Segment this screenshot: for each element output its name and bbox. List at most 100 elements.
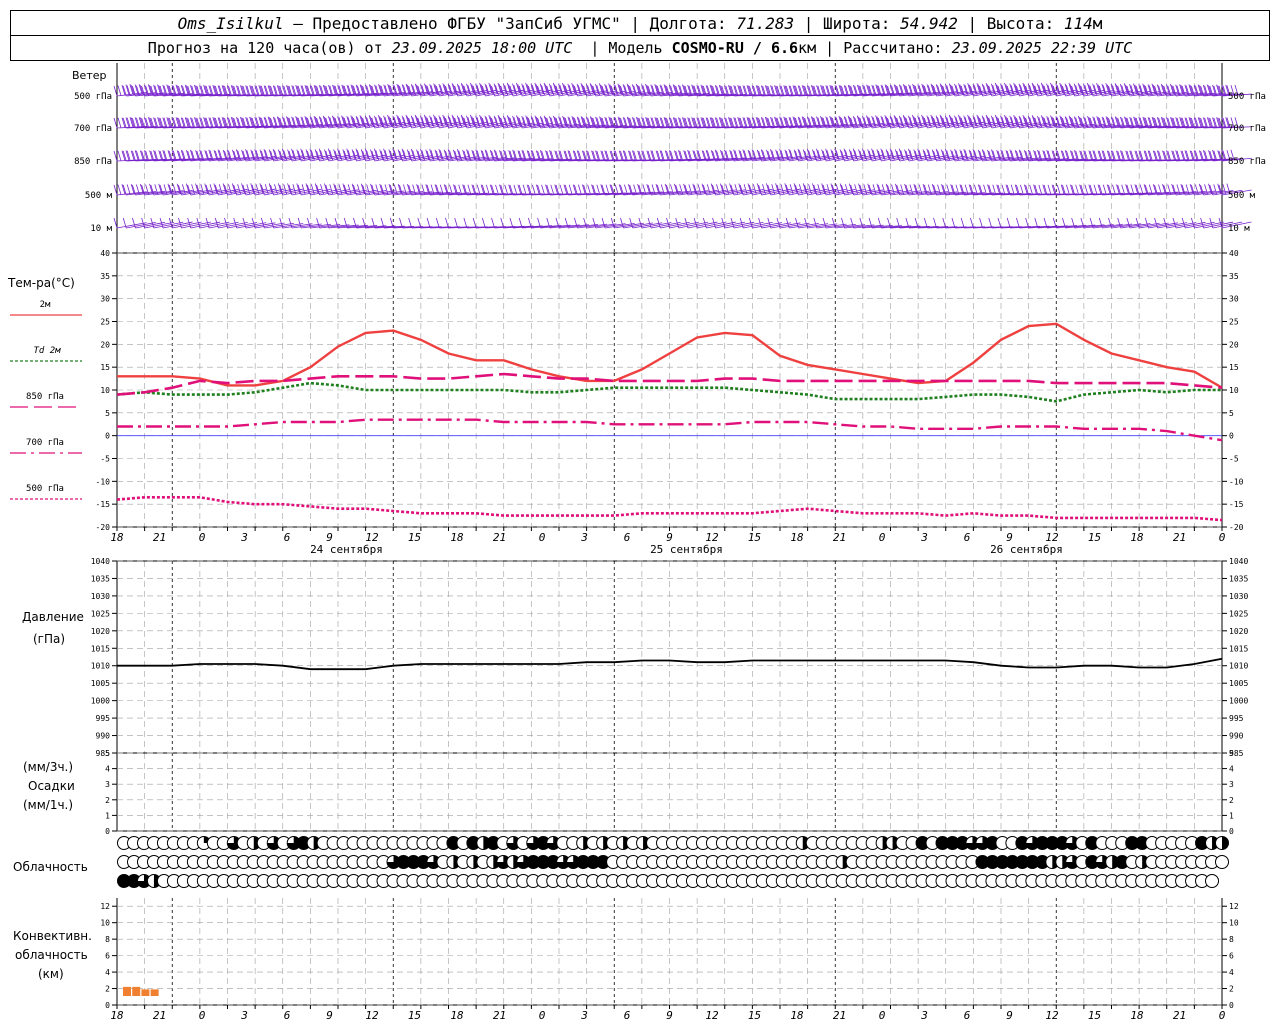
temp-ytick-left: 35 (100, 272, 110, 281)
temp-legend-label: 850 гПа (26, 392, 64, 402)
convective-label-2: облачность (15, 948, 88, 962)
precip-ytick-right: 4 (1229, 765, 1234, 774)
wind-barb-feather (969, 217, 974, 229)
temp-ytick-left: -10 (96, 477, 111, 486)
wind-barb-feather (163, 184, 168, 195)
time-label-bottom: 0 (879, 1009, 886, 1022)
wind-barb-feather (117, 117, 122, 128)
temp-legend-label: 2м (40, 300, 51, 310)
wind-barb-feather (679, 184, 684, 195)
temp-ytick-left: 20 (100, 340, 110, 349)
convective-ytick-left: 8 (105, 935, 110, 944)
time-label-bottom: 15 (408, 1009, 421, 1022)
pressure-ytick-left: 1035 (91, 574, 110, 583)
time-label-bottom: 15 (748, 1009, 761, 1022)
time-label-bottom: 18 (110, 1009, 124, 1022)
time-label-bottom: 6 (964, 1009, 971, 1022)
wind-barb-feather (316, 217, 320, 229)
date-label: 25 сентября (650, 543, 723, 556)
temp-ytick-left: 30 (100, 295, 110, 304)
meteogram-chart: 40 4035 3530 3025 2520 2015 1510 105 50 0-5 -5-10-… (10, 63, 1266, 1022)
wind-barb-feather (297, 217, 302, 229)
pressure-ytick-left: 1020 (91, 627, 110, 636)
time-label-bottom: 15 (1088, 1009, 1101, 1022)
cloud-cover-circle (1215, 855, 1229, 869)
time-label-bottom: 6 (624, 1009, 631, 1022)
precip-label-1h: (мм/1ч.) (23, 798, 74, 812)
wind-barb (758, 217, 792, 229)
wind-barb (233, 217, 267, 229)
temp-ytick-left: -5 (100, 455, 110, 464)
convective-ytick-right: 4 (1229, 968, 1234, 977)
pressure-ytick-right: 1010 (1229, 662, 1248, 671)
wind-barb-feather (997, 217, 1002, 229)
wind-barb-feather (472, 217, 477, 229)
wind-barb-feather (822, 217, 827, 229)
wind-barb-feather (531, 184, 536, 195)
wind-level-label-right: 700 гПа (1228, 124, 1266, 134)
wind-barb-feather (463, 217, 468, 229)
precip-ytick-right: 0 (1229, 827, 1234, 836)
time-label-bottom: 18 (790, 1009, 804, 1022)
wind-barb-feather (1194, 184, 1199, 195)
temp-ytick-right: -15 (1229, 500, 1244, 509)
time-label-top: 6 (624, 531, 631, 544)
precip-ytick-right: 1 (1229, 811, 1234, 820)
convective-ytick-left: 4 (105, 968, 110, 977)
temp-ytick-left: -20 (96, 523, 111, 532)
time-label-bottom: 21 (493, 1009, 506, 1022)
wind-barb-feather (550, 184, 555, 195)
time-label-top: 18 (790, 531, 804, 544)
convective-label-3: (км) (38, 967, 64, 981)
wind-barb-feather (154, 184, 159, 195)
precip-title: Осадки (28, 779, 75, 793)
temp-legend-label: 700 гПа (26, 438, 64, 448)
time-label-bottom: 0 (539, 1009, 546, 1022)
time-label-bottom: 21 (153, 1009, 166, 1022)
precip-ytick-right: 5 (1229, 749, 1234, 758)
wind-barb-feather (559, 184, 564, 195)
wind-barb-feather (393, 184, 398, 195)
precip-ytick-left: 4 (105, 765, 110, 774)
time-label-bottom: 18 (1130, 1009, 1144, 1022)
temp-ytick-right: -5 (1229, 455, 1239, 464)
temp-ytick-left: 0 (105, 432, 110, 441)
time-label-top: 21 (153, 531, 166, 544)
wind-barb-feather (813, 217, 818, 229)
wind-barb-feather (1084, 184, 1089, 195)
pressure-ytick-right: 1025 (1229, 609, 1248, 618)
convective-ytick-right: 2 (1229, 985, 1234, 994)
precip-label-3h: (мм/3ч.) (23, 760, 74, 774)
wind-level-label-left: 850 гПа (74, 157, 112, 167)
convective-bar (132, 986, 141, 996)
convective-ytick-left: 12 (100, 902, 110, 911)
time-label-top: 18 (450, 531, 464, 544)
time-label-top: 18 (110, 531, 124, 544)
wind-barb-feather (592, 217, 597, 229)
time-label-bottom: 12 (1045, 1009, 1059, 1022)
convective-ytick-left: 6 (105, 952, 110, 961)
pressure-ytick-left: 1015 (91, 644, 110, 653)
wind-barb-feather (1066, 184, 1070, 195)
wind-barb-feather (578, 184, 582, 195)
wind-barb-feather (909, 184, 914, 195)
wind-level-label-right: 10 м (1228, 224, 1250, 234)
wind-barb (224, 217, 258, 229)
convective-bar (123, 986, 131, 996)
time-label-top: 15 (748, 531, 761, 544)
wind-barb-feather (1204, 184, 1208, 195)
convective-ytick-left: 2 (105, 985, 110, 994)
convective-bar (150, 989, 159, 996)
pressure-ytick-left: 995 (96, 714, 111, 723)
convective-label-1: Конвективн. (13, 929, 92, 943)
time-label-bottom: 0 (1219, 1009, 1226, 1022)
wind-barb-feather (927, 184, 932, 195)
wind-barb-feather (384, 184, 389, 195)
wind-barb-feather (117, 85, 122, 96)
pressure-title: Давление (22, 610, 84, 624)
wind-barb-feather (568, 184, 573, 195)
time-label-top: 0 (199, 531, 206, 544)
time-label-bottom: 21 (833, 1009, 846, 1022)
time-label-top: 21 (833, 531, 846, 544)
temp-ytick-right: 10 (1229, 386, 1239, 395)
